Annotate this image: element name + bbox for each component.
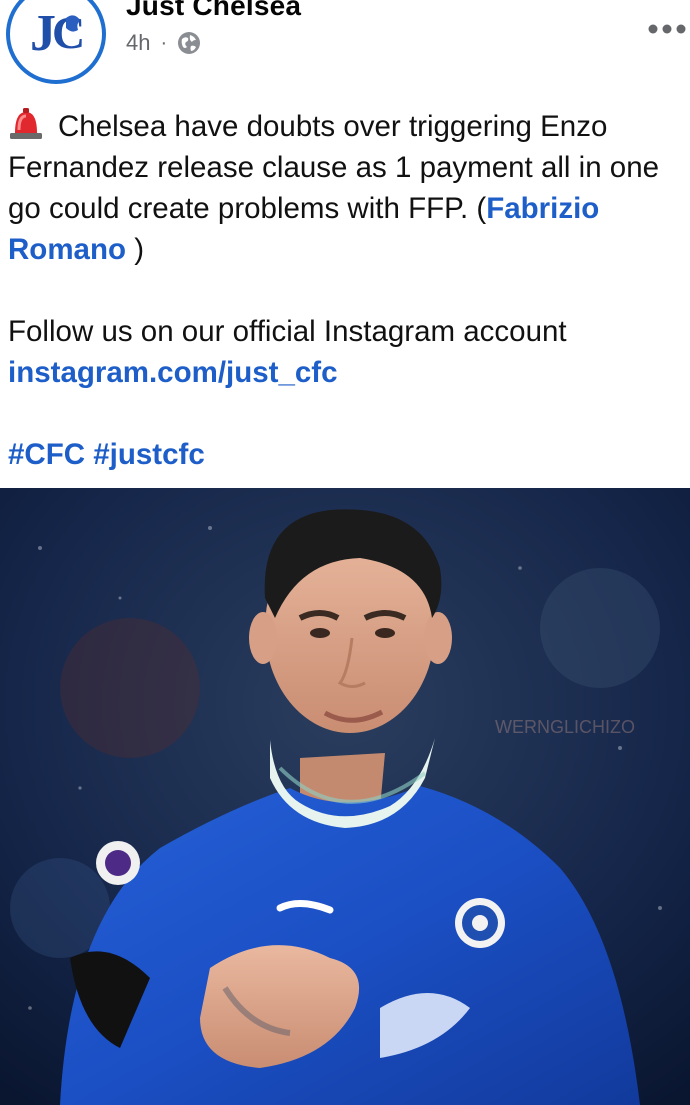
siren-emoji [10,108,42,139]
svg-text:C: C [52,7,85,58]
meta-separator: · [160,31,168,54]
page-avatar[interactable]: J C [6,0,106,84]
more-options-button[interactable] [648,18,686,35]
post-photo[interactable]: WERNGLICHIZO [0,488,690,1105]
globe-icon [178,32,201,54]
post-meta: 4h · [126,30,201,56]
hashtag-justcfc[interactable]: #justcfc [93,438,205,471]
post-timestamp[interactable]: 4h [126,30,150,56]
post-main-close: ) [126,233,145,266]
hashtag-cfc[interactable]: #CFC [8,438,85,471]
post-paragraph-follow: Follow us on our official Instagram acco… [8,311,688,393]
photo-watermark: WERNGLICHIZO [495,717,635,737]
post-header: J C Just Chelsea 4h · [0,0,690,92]
page-name[interactable]: Just Chelsea [126,0,301,22]
post-paragraph-main: Chelsea have doubts over triggering Enzo… [8,106,688,270]
follow-text: Follow us on our official Instagram acco… [8,315,567,348]
post-paragraph-hashtags: #CFC #justcfc [8,434,688,475]
post-body: Chelsea have doubts over triggering Enzo… [8,106,688,475]
player-photo: WERNGLICHIZO [0,488,690,1105]
just-chelsea-logo-icon: J C [12,0,100,78]
instagram-link[interactable]: instagram.com/just_cfc [8,356,338,389]
more-horizontal-icon [648,24,686,34]
